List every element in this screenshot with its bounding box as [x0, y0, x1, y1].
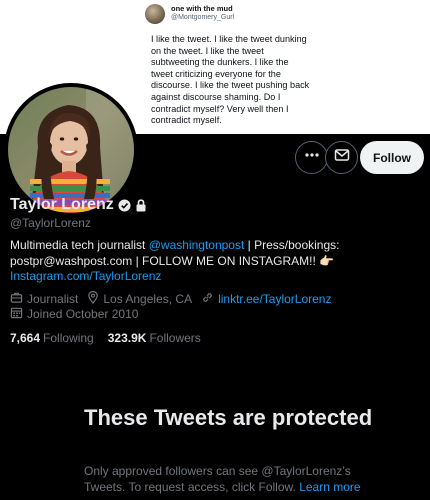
calendar-icon [10, 306, 27, 322]
website-item[interactable]: linktr.ee/TaylorLorenz [201, 291, 331, 307]
followers-count: 323.9K [107, 331, 147, 345]
profile-bio: Multimedia tech journalist @washingtonpo… [10, 238, 425, 285]
banner-tweet-header: one with the mud @Montgomery_Gurl [145, 4, 234, 24]
joined-item: Joined October 2010 [10, 306, 138, 322]
location-label: Los Angeles, CA [103, 292, 193, 306]
message-button[interactable] [325, 141, 358, 174]
category-item: Journalist [10, 291, 78, 307]
profile-name-row: Taylor Lorenz [10, 196, 147, 214]
profile-meta: Journalist Los Angeles, CA linktr.ee/Tay… [10, 290, 340, 307]
profile-handle: @TaylorLorenz [10, 216, 91, 230]
following-label: Following [43, 331, 94, 345]
followers-stat[interactable]: 323.9K Followers [108, 331, 201, 345]
following-count: 7,664 [10, 331, 41, 345]
banner-tweet-name: one with the mud [171, 4, 233, 13]
more-horizontal-icon [304, 147, 320, 168]
location-pin-icon [87, 290, 103, 307]
banner-tweet-screenshot: one with the mud @Montgomery_Gurl I like… [133, 0, 311, 134]
verified-badge-icon [118, 198, 131, 212]
more-options-button[interactable] [295, 141, 328, 174]
website-link[interactable]: linktr.ee/TaylorLorenz [218, 292, 331, 306]
follow-button[interactable]: Follow [360, 141, 424, 174]
banner-tweet-avatar [145, 4, 165, 24]
protected-title: These Tweets are protected [84, 405, 373, 430]
followers-label: Followers [149, 331, 201, 345]
briefcase-icon [10, 291, 27, 307]
link-icon [201, 291, 218, 307]
display-name: Taylor Lorenz [10, 196, 114, 213]
banner-tweet-text: I like the tweet. I like the tweet dunki… [151, 34, 310, 126]
joined-label: Joined October 2010 [27, 307, 139, 321]
location-item: Los Angeles, CA [87, 290, 193, 307]
protected-description: Only approved followers can see @TaylorL… [84, 464, 374, 495]
bio-mention-link[interactable]: @washingtonpost [149, 238, 245, 252]
category-label: Journalist [27, 292, 79, 306]
bio-instagram-link[interactable]: Instagram.com/TaylorLorenz [10, 269, 161, 283]
learn-more-link[interactable]: Learn more [299, 480, 360, 494]
follow-stats: 7,664 Following 323.9K Followers [10, 331, 215, 345]
bio-text: Multimedia tech journalist [10, 238, 149, 252]
envelope-icon [334, 147, 350, 168]
lock-icon [135, 198, 147, 212]
banner-tweet-handle: @Montgomery_Gurl [171, 14, 235, 21]
following-stat[interactable]: 7,664 Following [10, 331, 94, 345]
